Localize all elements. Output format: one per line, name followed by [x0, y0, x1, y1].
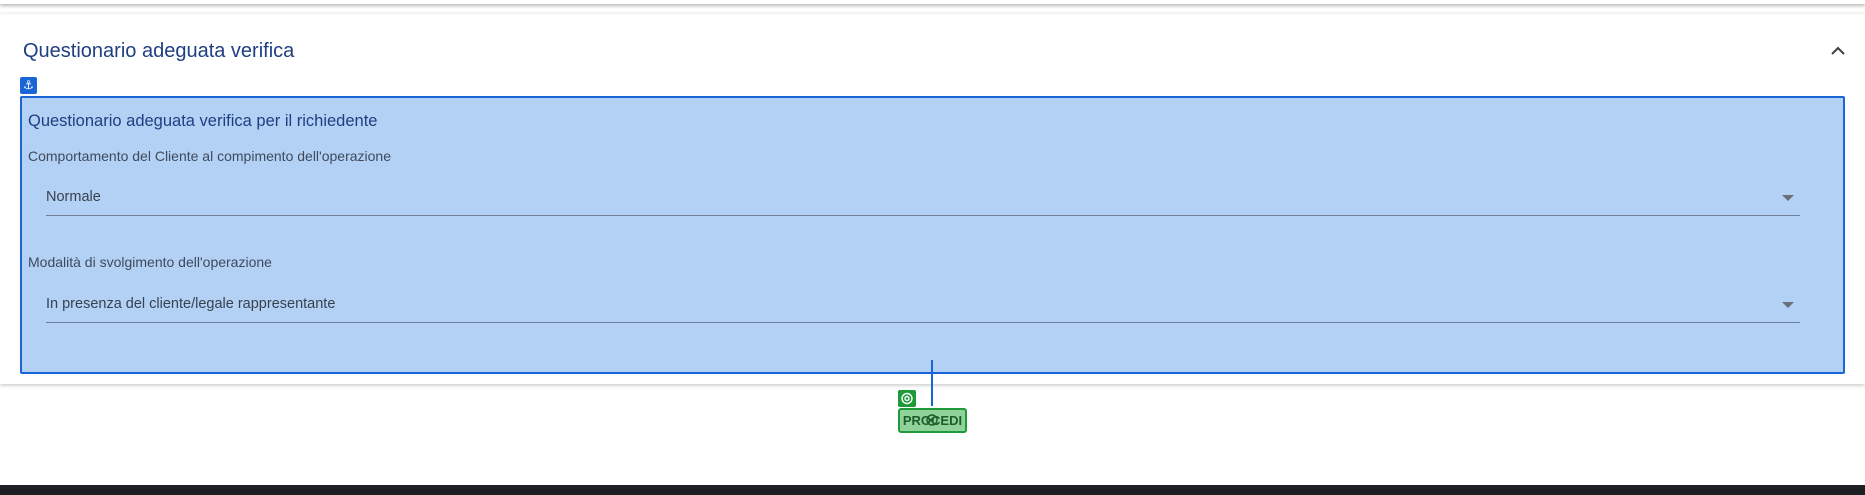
dropdown-arrow-icon	[1782, 195, 1794, 201]
target-icon	[898, 390, 916, 407]
customer-behavior-value: Normale	[46, 189, 101, 205]
chevron-up-icon[interactable]	[1827, 40, 1849, 62]
card-title: Questionario adeguata verifica	[23, 40, 295, 62]
taskbar	[0, 485, 1865, 495]
operation-mode-label: Modalità di svolgimento dell'operazione	[28, 254, 272, 270]
move-icon[interactable]	[924, 413, 940, 427]
questionnaire-section: Questionario adeguata verifica per il ri…	[20, 96, 1845, 374]
anchor-icon: ⚓	[20, 77, 37, 94]
questionnaire-card: Questionario adeguata verifica ⚓ Questio…	[0, 14, 1865, 384]
customer-behavior-label: Comportamento del Cliente al compimento …	[28, 148, 391, 164]
operation-mode-select[interactable]: In presenza del cliente/legale rappresen…	[46, 287, 1800, 323]
section-title: Questionario adeguata verifica per il ri…	[28, 112, 378, 130]
dropdown-arrow-icon	[1782, 302, 1794, 308]
customer-behavior-select[interactable]: Normale	[46, 180, 1800, 216]
previous-card-edge	[0, 0, 1865, 4]
flow-connector	[931, 360, 933, 406]
operation-mode-value: In presenza del cliente/legale rappresen…	[46, 296, 336, 312]
